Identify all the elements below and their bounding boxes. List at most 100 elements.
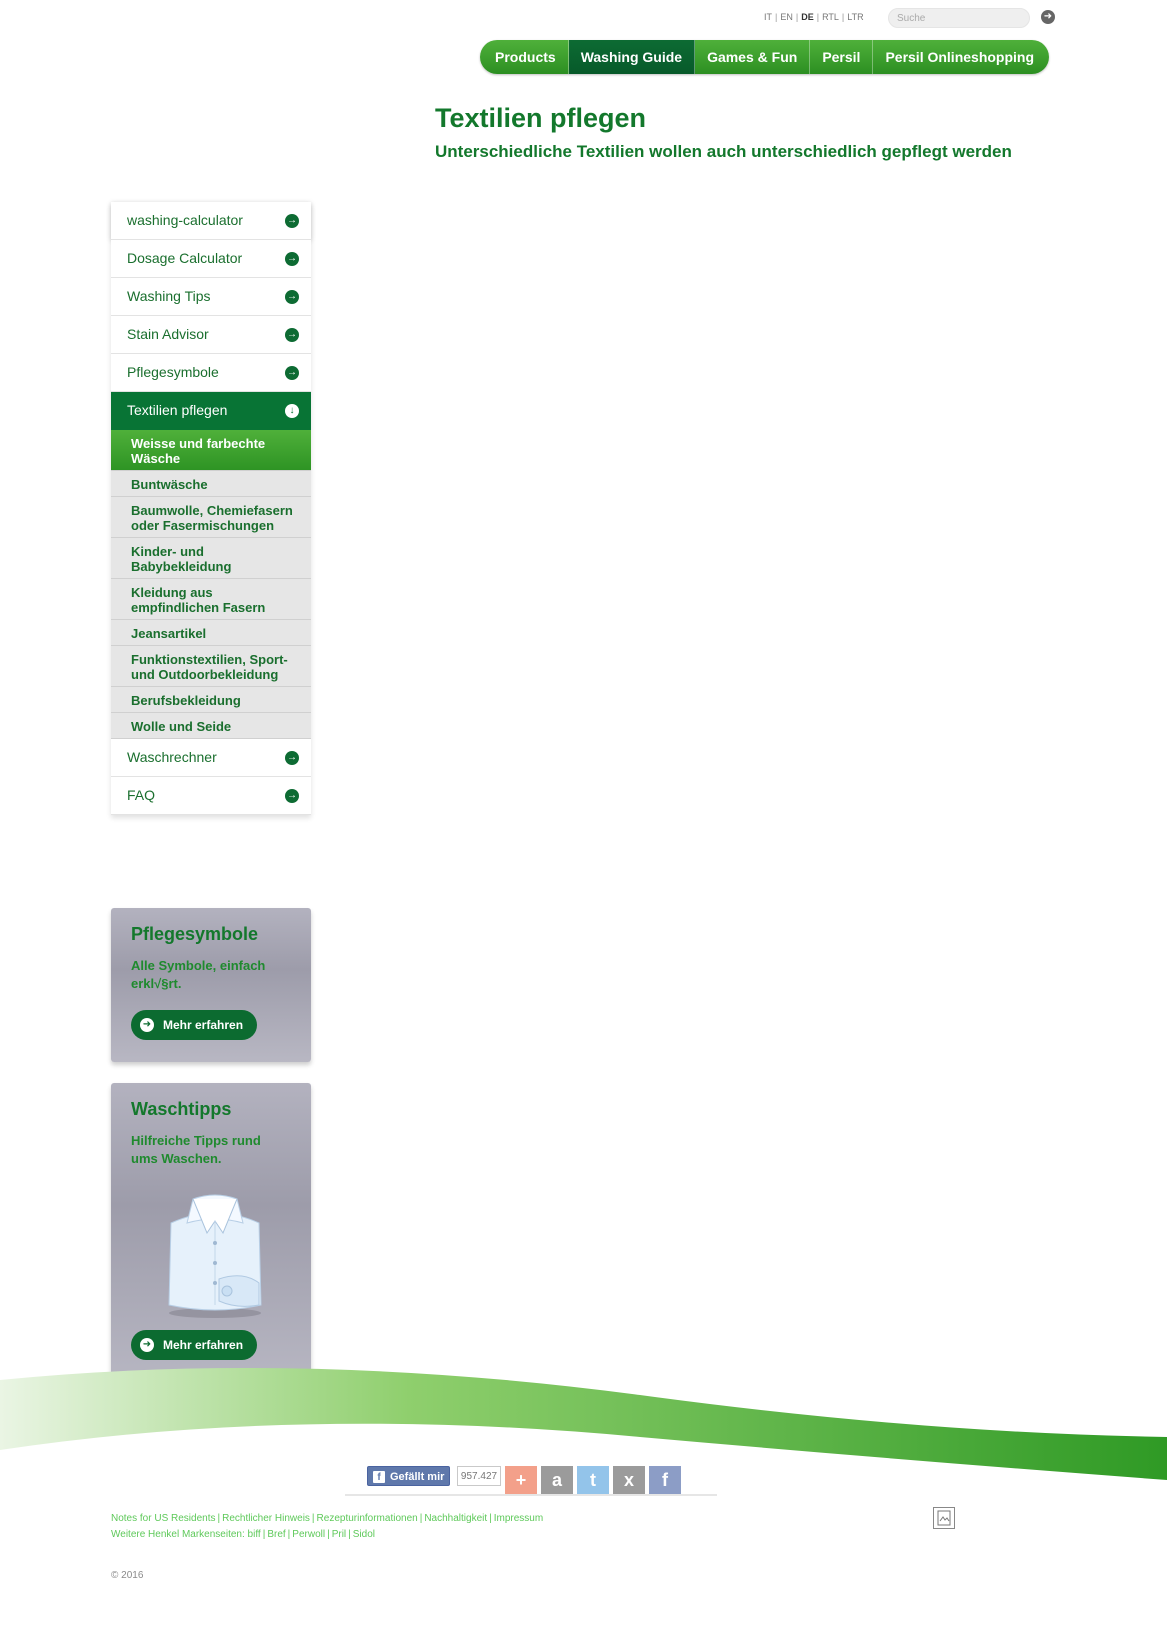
like-count: 957.427 xyxy=(457,1466,501,1486)
search-submit-icon[interactable]: ➜ xyxy=(1041,10,1055,24)
like-label: Gefällt mir xyxy=(390,1471,445,1483)
sidebar-item-label: washing-calculator xyxy=(127,212,243,228)
footer-prefix: Weitere Henkel Markenseiten: xyxy=(111,1529,248,1540)
footer-link-sidol[interactable]: Sidol xyxy=(353,1529,375,1540)
social-share-bar: f Gefällt mir 957.427 + a t x f xyxy=(345,1466,717,1496)
button-label: Mehr erfahren xyxy=(163,1018,244,1032)
footer-link-pril[interactable]: Pril xyxy=(332,1529,346,1540)
nav-item-products[interactable]: Products xyxy=(480,40,569,74)
sidebar-item-label: Dosage Calculator xyxy=(127,250,243,266)
nav-item-persil-onlineshopping[interactable]: Persil Onlineshopping xyxy=(873,40,1049,74)
sidebar-subitem[interactable]: Kinder- und Babybekleidung xyxy=(111,538,311,579)
copyright: © 2016 xyxy=(111,1570,144,1581)
promo-title: Pflegesymbole xyxy=(131,924,259,944)
sidebar-subitem[interactable]: Weisse und farbechte Wäsche xyxy=(111,430,311,471)
arrow-right-icon: ➜ xyxy=(140,1018,154,1032)
sidebar-item-washing-tips[interactable]: Washing Tips → xyxy=(111,278,311,316)
arrow-right-icon: → xyxy=(285,366,299,380)
footer-links-line-1: Notes for US Residents | Rechtlicher Hinwe… xyxy=(111,1511,543,1527)
language-switcher: IT | EN | DE | RTL | LTR xyxy=(764,12,864,22)
main-navigation: Products Washing Guide Games & Fun Persil Pe… xyxy=(480,40,1050,74)
xing-icon[interactable]: x xyxy=(613,1466,645,1494)
nav-item-persil[interactable]: Persil xyxy=(810,40,874,74)
sidebar-item-label: Stain Advisor xyxy=(127,326,209,342)
sidebar-item-pflegesymbole[interactable]: Pflegesymbole → xyxy=(111,354,311,392)
footer-links-line-2: Weitere Henkel Markenseiten: biff | Bref | P… xyxy=(111,1527,543,1543)
more-info-button[interactable]: ➜ Mehr erfahren xyxy=(131,1010,257,1040)
sidebar-item-dosage-calculator[interactable]: Dosage Calculator → xyxy=(111,240,311,278)
arrow-right-icon: → xyxy=(285,252,299,266)
amazon-icon[interactable]: a xyxy=(541,1466,573,1494)
sidebar-subitem[interactable]: Berufsbekleidung xyxy=(111,687,311,713)
language-link-en[interactable]: EN xyxy=(780,12,793,22)
page-title: Textilien pflegen xyxy=(435,103,647,133)
arrow-right-icon: → xyxy=(285,290,299,304)
sidebar-subitem[interactable]: Jeansartikel xyxy=(111,620,311,646)
twitter-icon[interactable]: t xyxy=(577,1466,609,1494)
sidebar-item-label: FAQ xyxy=(127,787,156,803)
arrow-right-icon: → xyxy=(285,328,299,342)
sidebar-item-label: Pflegesymbole xyxy=(127,364,219,380)
footer-separator: | xyxy=(348,1529,351,1540)
footer-link-perwoll[interactable]: Perwoll xyxy=(292,1529,325,1540)
sidebar-subitem[interactable]: Buntwäsche xyxy=(111,471,311,497)
footer-link-impressum[interactable]: Impressum xyxy=(494,1513,543,1524)
footer-separator: | xyxy=(217,1513,221,1524)
sidebar-subitem[interactable]: Funktionstextilien, Sport- und Outdoorbe… xyxy=(111,646,311,687)
promo-text: Hilfreiche Tipps rund ums Waschen. xyxy=(131,1133,261,1166)
language-link-de[interactable]: DE xyxy=(801,12,814,22)
footer-separator: | xyxy=(287,1529,291,1540)
sidebar-item-label: Waschrechner xyxy=(127,749,217,765)
sidebar-item-washing-calculator[interactable]: washing-calculator → xyxy=(111,202,311,240)
nav-item-games-fun[interactable]: Games & Fun xyxy=(695,40,811,74)
sidebar-subitem[interactable]: Kleidung aus empfindlichen Fasern xyxy=(111,579,311,620)
footer-link-nachhaltigkeit[interactable]: Nachhaltigkeit xyxy=(424,1513,487,1524)
nav-item-washing-guide[interactable]: Washing Guide xyxy=(568,40,696,74)
language-separator: | xyxy=(775,12,778,22)
promo-text: Alle Symbole, einfach erkl√§rt. xyxy=(131,958,266,991)
facebook-icon: f xyxy=(373,1471,385,1483)
sidebar-subitem[interactable]: Baumwolle, Chemiefasern oder Fasermischu… xyxy=(111,497,311,538)
footer-separator: | xyxy=(489,1513,492,1524)
sidebar-submenu: Weisse und farbechte Wäsche Buntwäsche Bau… xyxy=(111,430,311,739)
sidebar-item-label: Textilien pflegen xyxy=(127,402,228,418)
folded-shirt-image xyxy=(168,1194,262,1318)
addthis-icon[interactable]: + xyxy=(505,1466,537,1494)
language-separator: | xyxy=(816,12,820,22)
footer-links: Notes for US Residents | Rechtlicher Hinwe… xyxy=(111,1511,543,1543)
sidebar-item-faq[interactable]: FAQ → xyxy=(111,777,311,815)
footer-separator: | xyxy=(262,1529,266,1540)
button-label: Mehr erfahren xyxy=(163,1338,244,1352)
language-link-it[interactable]: IT xyxy=(764,12,772,22)
footer-link-rezepturinformationen[interactable]: Rezepturinformationen xyxy=(317,1513,418,1524)
arrow-down-icon: ↓ xyxy=(285,404,299,418)
footer-separator: | xyxy=(311,1513,315,1524)
facebook-like-button[interactable]: f Gefällt mir xyxy=(367,1466,450,1486)
page-subtitle: Unterschiedliche Textilien wollen auch u… xyxy=(435,142,1012,161)
sidebar-subitem[interactable]: Wolle und Seide xyxy=(111,713,311,739)
footer-link-notes-for-us-residents[interactable]: Notes for US Residents xyxy=(111,1513,216,1524)
facebook-icon[interactable]: f xyxy=(649,1466,681,1494)
arrow-right-icon: → xyxy=(285,751,299,765)
language-link-rtl[interactable]: RTL xyxy=(822,12,839,22)
sidebar-menu: washing-calculator → Dosage Calculator → Was… xyxy=(111,202,311,815)
language-link-ltr[interactable]: LTR xyxy=(847,12,863,22)
sidebar-item-waschrechner[interactable]: Waschrechner → xyxy=(111,739,311,777)
search-input[interactable] xyxy=(888,8,1030,28)
footer-separator: | xyxy=(327,1529,330,1540)
footer-separator: | xyxy=(419,1513,423,1524)
footer-link-biff[interactable]: biff xyxy=(248,1529,261,1540)
promo-waschtipps: Waschtipps Hilfreiche Tipps rund ums Was… xyxy=(111,1083,311,1388)
broken-image-icon xyxy=(933,1507,955,1529)
promo-pflegesymbole: Pflegesymbole Alle Symbole, einfach erkl… xyxy=(111,908,311,1062)
promo-title: Waschtipps xyxy=(131,1099,232,1119)
arrow-right-icon: ➜ xyxy=(140,1338,154,1352)
sidebar-item-label: Washing Tips xyxy=(127,288,211,304)
language-separator: | xyxy=(795,12,799,22)
footer-link-rechtlicher-hinweis[interactable]: Rechtlicher Hinweis xyxy=(222,1513,310,1524)
arrow-right-icon: → xyxy=(285,789,299,803)
footer-link-bref[interactable]: Bref xyxy=(267,1529,285,1540)
sidebar-item-stain-advisor[interactable]: Stain Advisor → xyxy=(111,316,311,354)
language-separator: | xyxy=(841,12,845,22)
sidebar-item-textilien-pflegen[interactable]: Textilien pflegen ↓ xyxy=(111,392,311,430)
